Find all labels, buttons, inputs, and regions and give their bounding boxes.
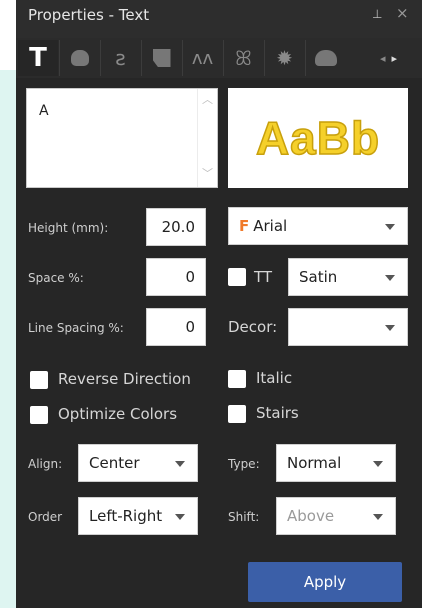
reverse-direction-label: Reverse Direction (58, 370, 191, 388)
gear-icon: ✹ (276, 46, 293, 70)
font-type-icon: F (239, 217, 250, 235)
tab-fringe[interactable]: ꕤ (223, 40, 263, 76)
stairs-checkbox[interactable] (228, 405, 246, 423)
shift-label: Shift: (228, 510, 260, 524)
height-label: Height (mm): (28, 221, 109, 235)
scroll-up-icon[interactable]: ︿ (202, 91, 213, 107)
shift-select[interactable]: Above (276, 497, 396, 535)
decor-select[interactable] (288, 308, 408, 346)
line-spacing-input[interactable]: 0 (146, 308, 206, 346)
order-select-value: Left-Right (89, 507, 163, 525)
font-preview: AaBb (228, 88, 408, 188)
chevron-down-icon (175, 461, 185, 467)
tab-scroll-arrows: ◂▸ (380, 52, 403, 65)
bump-icon (314, 50, 337, 66)
chevron-down-icon (373, 461, 383, 467)
chevron-down-icon (385, 275, 395, 281)
height-input[interactable]: 20.0 (146, 208, 206, 246)
text-entry-scrollbar[interactable]: ︿ ﹀ (197, 89, 217, 187)
reverse-direction-checkbox[interactable] (30, 371, 48, 389)
tab-settings[interactable]: ✹ (264, 40, 304, 76)
apply-button[interactable]: Apply (248, 562, 402, 602)
tab-text-tool[interactable]: T (18, 40, 58, 76)
stitch-type-select[interactable]: Satin (288, 258, 408, 296)
order-select[interactable]: Left-Right (78, 497, 198, 535)
italic-label: Italic (256, 369, 293, 387)
decor-label: Decor: (228, 318, 278, 336)
type-label: Type: (228, 457, 260, 471)
pin-icon[interactable]: ⊥ (372, 7, 382, 21)
fringe-icon: ꕤ (235, 46, 252, 70)
space-label: Space %: (28, 271, 84, 285)
tab-scroll-left-icon[interactable]: ◂ (380, 52, 392, 65)
tab-fill-shape[interactable] (59, 40, 99, 76)
chevron-down-icon (385, 224, 395, 230)
panel-titlebar: Properties - Text ⊥ × (16, 0, 422, 38)
type-select[interactable]: Normal (276, 444, 396, 482)
stairs-label: Stairs (256, 404, 299, 422)
order-label: Order (28, 510, 63, 524)
align-select[interactable]: Center (78, 444, 198, 482)
text-entry-value: A (39, 103, 49, 119)
align-select-value: Center (89, 454, 140, 472)
properties-panel: Properties - Text ⊥ × T ƨ ᴧᴧ ꕤ ✹ ◂▸ A ︿ … (16, 0, 422, 608)
italic-checkbox[interactable] (228, 370, 246, 388)
text-tool-icon: T (29, 43, 47, 73)
wave-icon: ᴧᴧ (191, 47, 214, 69)
text-entry-box[interactable]: A ︿ ﹀ (26, 88, 218, 188)
font-select[interactable]: F Arial (228, 207, 408, 245)
tool-tab-bar: T ƨ ᴧᴧ ꕤ ✹ ◂▸ (16, 38, 422, 78)
align-label: Align: (28, 457, 63, 471)
tab-wave[interactable]: ᴧᴧ (182, 40, 222, 76)
tab-tile[interactable] (141, 40, 181, 76)
type-select-value: Normal (287, 454, 342, 472)
font-preview-sample: AaBb (255, 111, 381, 165)
chevron-down-icon (373, 514, 383, 520)
stroke-s-icon: ƨ (115, 46, 126, 70)
panel-title: Properties - Text (28, 6, 150, 24)
optimize-colors-label: Optimize Colors (58, 405, 178, 423)
fill-shape-icon (70, 50, 89, 66)
chevron-down-icon (175, 514, 185, 520)
tab-scroll-right-icon[interactable]: ▸ (392, 52, 404, 65)
chevron-down-icon (385, 325, 395, 331)
scroll-down-icon[interactable]: ﹀ (202, 165, 213, 181)
font-select-value: Arial (253, 217, 288, 235)
tt-checkbox[interactable] (228, 268, 246, 286)
tt-label: TT (254, 268, 273, 286)
tab-bump[interactable] (305, 40, 345, 76)
tab-stroke[interactable]: ƨ (100, 40, 140, 76)
space-input[interactable]: 0 (146, 258, 206, 296)
line-spacing-label: Line Spacing %: (28, 321, 124, 335)
shift-select-value: Above (287, 507, 335, 525)
optimize-colors-checkbox[interactable] (30, 406, 48, 424)
close-icon[interactable]: × (396, 4, 409, 22)
tile-icon (152, 49, 171, 67)
stitch-type-value: Satin (299, 268, 338, 286)
